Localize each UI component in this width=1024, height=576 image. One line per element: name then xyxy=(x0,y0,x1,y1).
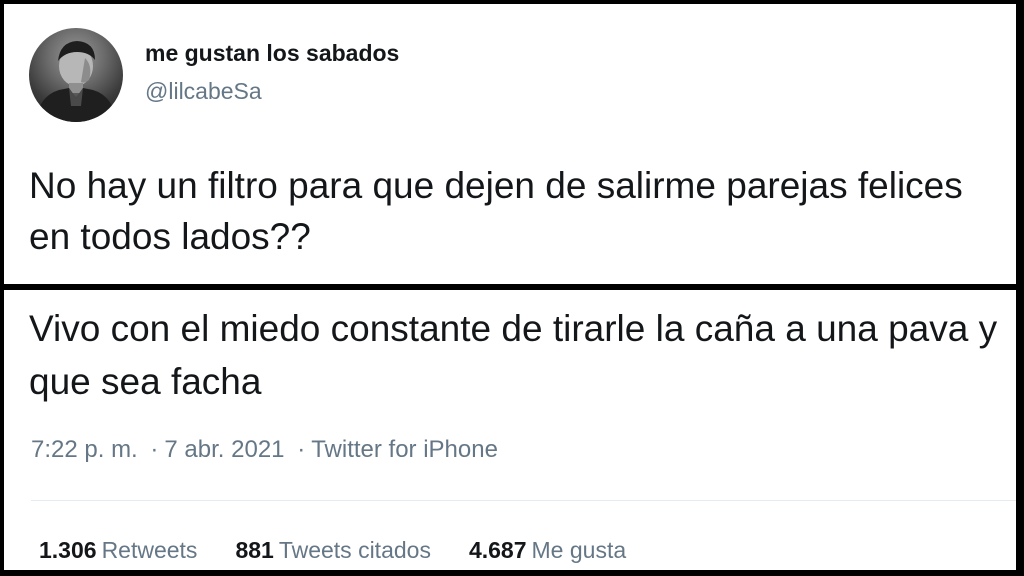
meta-separator: · xyxy=(297,436,306,463)
user-avatar[interactable] xyxy=(29,28,123,122)
tweet-time[interactable]: 7:22 p. m. xyxy=(31,436,138,463)
tweet-date[interactable]: 7 abr. 2021 xyxy=(164,436,284,463)
tweet-text: Vivo con el miedo constante de tirarle l… xyxy=(29,308,998,402)
user-display-name[interactable]: me gustan los sabados xyxy=(145,40,399,67)
quote-tweets-stat[interactable]: 881 Tweets citados xyxy=(235,537,431,564)
meta-separator: · xyxy=(150,436,159,463)
likes-label: Me gusta xyxy=(531,537,627,563)
retweets-count: 1.306 xyxy=(39,537,97,563)
tweet-stats: 1.306 Retweets 881 Tweets citados 4.687 Me … xyxy=(39,537,626,564)
likes-count: 4.687 xyxy=(468,537,527,563)
retweets-stat[interactable]: 1.306 Retweets xyxy=(39,537,197,564)
quote-tweets-count: 881 xyxy=(235,537,274,563)
tweet-source[interactable]: Twitter for iPhone xyxy=(311,436,498,463)
tweet-metadata: 7:22 p. m. · 7 abr. 2021 · Twitter for iPh… xyxy=(31,436,498,464)
tweet-card-1: me gustan los sabados @lilcabeSa No hay … xyxy=(4,4,1016,284)
tweet-card-2: Vivo con el miedo constante de tirarle l… xyxy=(4,290,1016,570)
likes-stat[interactable]: 4.687 Me gusta xyxy=(469,537,626,564)
retweets-label: Retweets xyxy=(101,537,198,563)
tweet-text: No hay un filtro para que dejen de salir… xyxy=(29,165,963,257)
divider xyxy=(31,500,1016,501)
user-handle[interactable]: @lilcabeSa xyxy=(145,78,262,105)
quote-tweets-label: Tweets citados xyxy=(278,537,431,563)
